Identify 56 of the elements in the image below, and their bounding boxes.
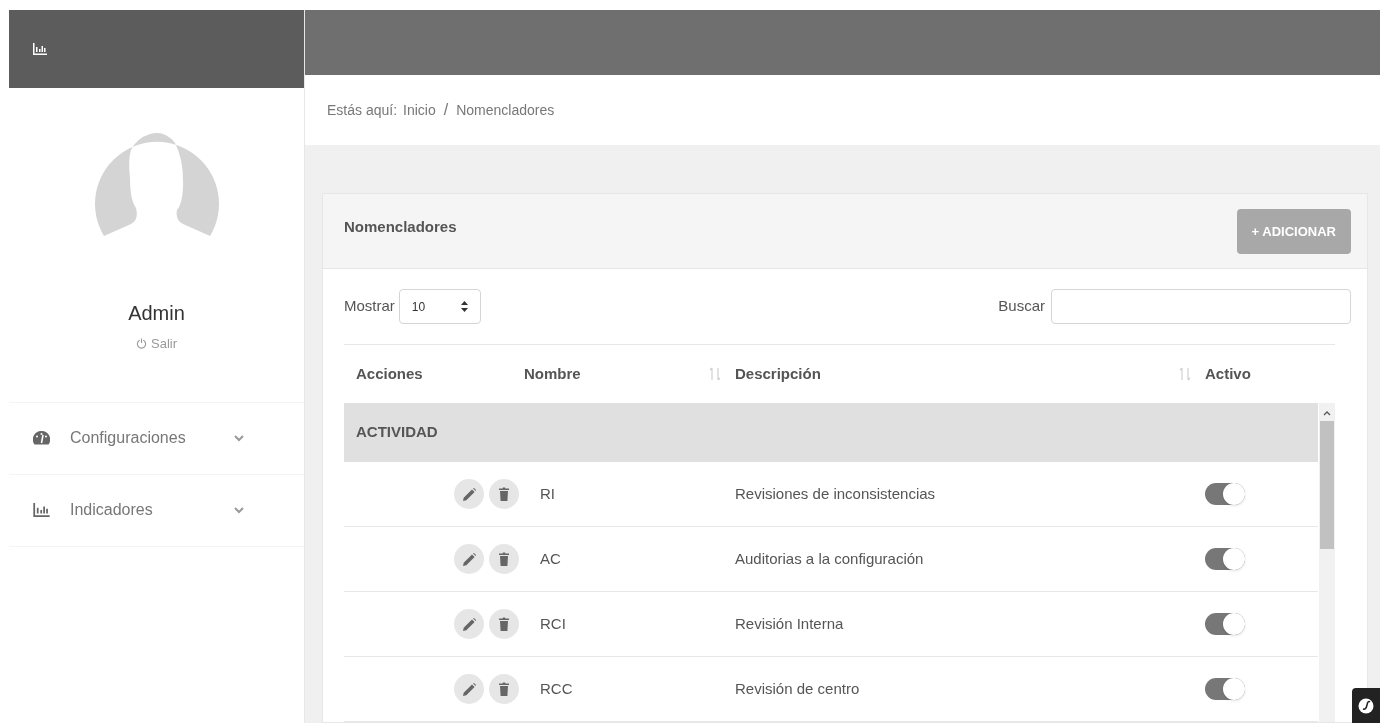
delete-button[interactable] (489, 609, 519, 639)
debug-toolbar-icon[interactable] (1352, 688, 1380, 723)
gauge-icon (33, 431, 50, 445)
search-label: Buscar (998, 296, 1045, 317)
logout-link[interactable]: Salir (136, 334, 177, 354)
breadcrumb-link[interactable]: Inicio (403, 99, 436, 121)
edit-button[interactable] (454, 609, 484, 639)
trash-icon (499, 487, 509, 501)
column-header[interactable]: Nombre (524, 362, 581, 386)
trash-icon (499, 552, 509, 566)
pencil-icon (462, 487, 476, 501)
show-label: Mostrar (344, 296, 395, 317)
edit-button[interactable] (454, 479, 484, 509)
pencil-icon (462, 617, 476, 631)
power-icon (136, 338, 147, 350)
group-label: ACTIVIDAD (356, 422, 438, 443)
bar-chart-icon[interactable] (33, 43, 47, 55)
page-size-select[interactable]: 10 (398, 289, 481, 324)
table-cell: Revisiones de inconsistencias (735, 484, 936, 502)
edit-button[interactable] (454, 544, 484, 574)
table-cell: RCI (540, 614, 566, 632)
table-cell: Auditorias a la configuración (735, 549, 924, 567)
add-button[interactable]: + ADICIONAR (1236, 209, 1351, 254)
trash-icon (499, 617, 509, 631)
pencil-icon (462, 552, 476, 566)
table-cell: RCC (540, 679, 573, 697)
sidebar-item[interactable]: Indicadores (9, 474, 304, 547)
scroll-up-icon[interactable] (1323, 410, 1332, 416)
trash-icon (499, 682, 509, 696)
search-field[interactable] (1051, 289, 1351, 324)
sidebar-item[interactable]: Configuraciones (9, 402, 304, 475)
pencil-icon (462, 682, 476, 696)
toggle-switch[interactable] (1205, 548, 1245, 570)
scrollbar[interactable] (1319, 403, 1335, 722)
edit-button[interactable] (454, 674, 484, 704)
toggle-switch[interactable] (1205, 678, 1245, 700)
delete-button[interactable] (489, 544, 519, 574)
table-cell: RI (540, 484, 555, 502)
bar-chart-icon (33, 503, 50, 517)
column-header[interactable]: Descripción (735, 362, 821, 386)
toggle-switch[interactable] (1205, 613, 1245, 635)
table-cell: AC (540, 549, 561, 567)
delete-button[interactable] (489, 674, 519, 704)
column-header[interactable]: Activo (1205, 362, 1251, 386)
toggle-switch[interactable] (1205, 483, 1245, 505)
breadcrumb-label: Estás aquí: (327, 100, 398, 120)
column-header[interactable]: Acciones (356, 362, 423, 386)
user-name: Admin (128, 301, 185, 326)
table-cell: Revisión Interna (735, 614, 844, 632)
sort-arrows-icon (460, 301, 468, 312)
table-cell: Revisión de centro (735, 679, 860, 697)
breadcrumb-link[interactable]: Nomencladores (456, 99, 555, 121)
delete-button[interactable] (489, 479, 519, 509)
scroll-thumb[interactable] (1320, 421, 1335, 549)
breadcrumb-separator: / (443, 100, 449, 120)
card-title: Nomencladores (344, 217, 457, 237)
